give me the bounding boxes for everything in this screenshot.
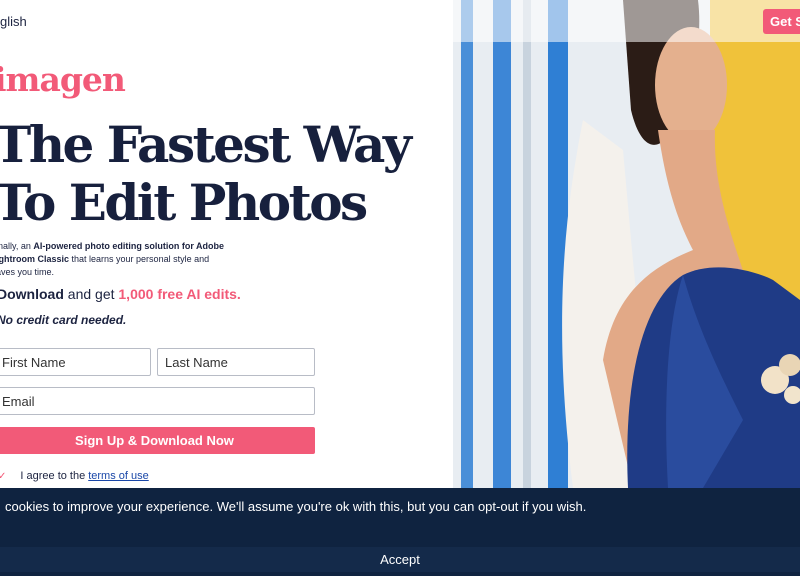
get-started-button[interactable]: Get S <box>763 9 800 34</box>
offer-highlight: 1,000 free AI edits. <box>118 286 241 302</box>
accept-cookies-button[interactable]: Accept <box>0 547 800 572</box>
header-overlay <box>453 0 800 42</box>
offer-mid: and get <box>63 286 119 302</box>
offer-line: Download and get 1,000 free AI edits. <box>0 286 241 302</box>
no-credit-card-note: No credit card needed. <box>0 313 127 327</box>
last-name-input[interactable] <box>157 348 315 376</box>
signup-download-button[interactable]: Sign Up & Download Now <box>0 427 315 454</box>
headline-line-2: To Edit Photos <box>0 173 368 232</box>
terms-of-use-link[interactable]: terms of use <box>88 470 149 482</box>
email-input[interactable] <box>0 387 315 415</box>
language-selector[interactable]: glish <box>0 14 27 29</box>
desc-pre: inally, an <box>0 241 31 251</box>
agree-label: I agree to the <box>20 470 86 482</box>
offer-download: Download <box>0 286 64 302</box>
cookie-banner: cookies to improve your experience. We'l… <box>0 488 800 576</box>
page-title: The Fastest Way To Edit Photos <box>0 115 412 232</box>
desc-bold-2: ightroom Classic <box>0 254 70 264</box>
cookie-message: cookies to improve your experience. We'l… <box>5 499 587 514</box>
desc-bold-1: AI-powered photo editing solution for Ad… <box>33 241 225 251</box>
terms-agreement: ✓ I agree to the terms of use <box>0 470 149 482</box>
headline-line-1: The Fastest Way <box>0 115 412 174</box>
product-description: inally, an AI-powered photo editing solu… <box>0 240 236 279</box>
first-name-input[interactable] <box>0 348 151 376</box>
imagen-logo: imagen <box>0 60 126 99</box>
checkmark-icon[interactable]: ✓ <box>0 471 6 482</box>
desc-post-2: aves you time. <box>0 267 55 277</box>
desc-post-1: that learns your personal style and <box>69 254 210 264</box>
hero-photo <box>453 0 800 488</box>
